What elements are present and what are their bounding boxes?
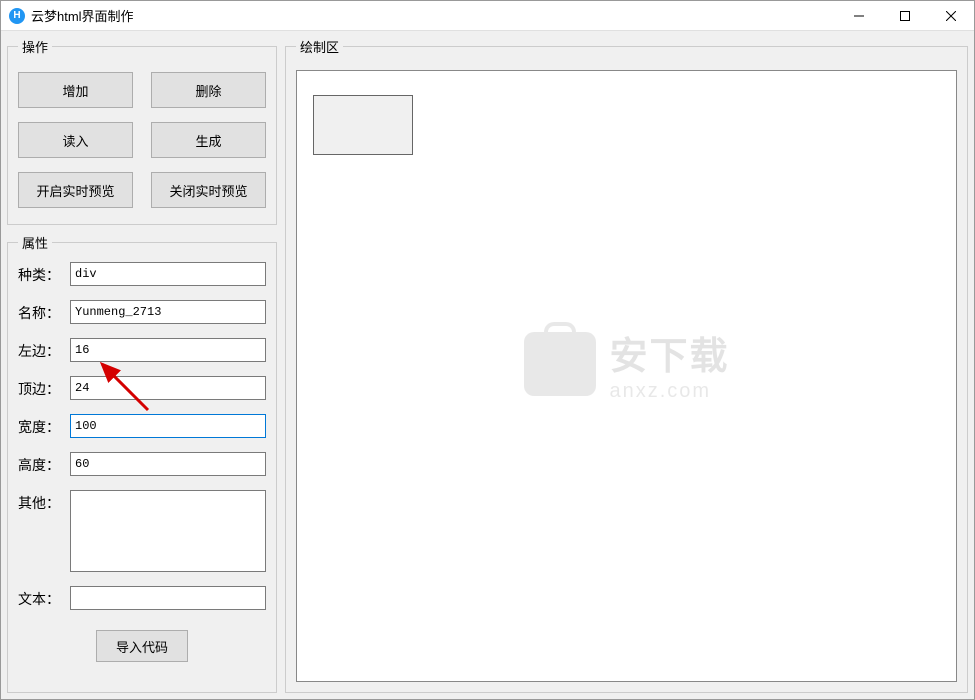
generate-button[interactable]: 生成: [151, 122, 266, 158]
text-input[interactable]: [70, 586, 266, 610]
watermark: 安下载 anxz.com: [523, 325, 729, 403]
enable-preview-button[interactable]: 开启实时预览: [18, 172, 133, 208]
left-label: 左边：: [18, 338, 70, 361]
type-label: 种类：: [18, 262, 70, 285]
name-label: 名称：: [18, 300, 70, 323]
drawn-element[interactable]: [313, 95, 413, 155]
other-label: 其他：: [18, 490, 70, 513]
load-button[interactable]: 读入: [18, 122, 133, 158]
canvas-legend: 绘制区: [296, 37, 343, 56]
properties-panel: 属性 种类： 名称： 左边： 顶边： 宽度： 高度：: [7, 233, 277, 693]
disable-preview-button[interactable]: 关闭实时预览: [151, 172, 266, 208]
delete-button[interactable]: 删除: [151, 72, 266, 108]
height-label: 高度：: [18, 452, 70, 475]
left-input[interactable]: [70, 338, 266, 362]
canvas-panel: 绘制区 安下载 anxz.com: [285, 37, 968, 693]
text-label: 文本：: [18, 586, 70, 609]
name-input[interactable]: [70, 300, 266, 324]
operations-legend: 操作: [18, 37, 52, 56]
width-input[interactable]: [70, 414, 266, 438]
top-label: 顶边：: [18, 376, 70, 399]
window-title: 云梦html界面制作: [31, 6, 836, 25]
import-code-button[interactable]: 导入代码: [96, 630, 188, 662]
width-label: 宽度：: [18, 414, 70, 437]
minimize-button[interactable]: [836, 1, 882, 31]
watermark-main: 安下载: [609, 325, 729, 380]
app-icon: H: [9, 8, 25, 24]
window-controls: [836, 1, 974, 31]
watermark-sub: anxz.com: [609, 380, 729, 403]
other-input[interactable]: [70, 490, 266, 572]
height-input[interactable]: [70, 452, 266, 476]
top-input[interactable]: [70, 376, 266, 400]
maximize-button[interactable]: [882, 1, 928, 31]
close-button[interactable]: [928, 1, 974, 31]
watermark-icon: [523, 332, 595, 396]
operations-panel: 操作 增加 删除 读入 生成 开启实时预览 关闭实时预览: [7, 37, 277, 225]
canvas[interactable]: 安下载 anxz.com: [296, 70, 957, 682]
add-button[interactable]: 增加: [18, 72, 133, 108]
type-input[interactable]: [70, 262, 266, 286]
titlebar: H 云梦html界面制作: [1, 1, 974, 31]
properties-legend: 属性: [18, 233, 52, 252]
